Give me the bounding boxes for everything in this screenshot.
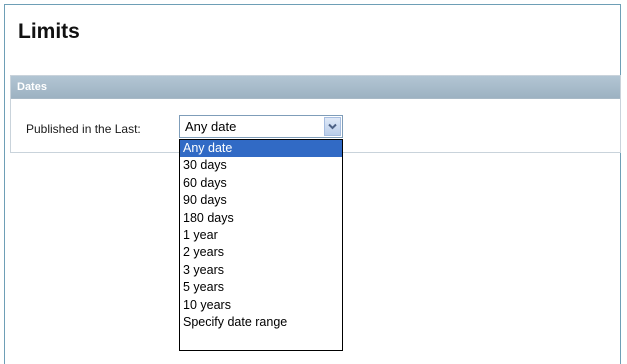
dropdown-option[interactable]: Specify date range [180, 314, 342, 331]
date-options-list: Any date 30 days 60 days 90 days 180 days 1 y… [179, 139, 343, 351]
dropdown-option[interactable]: 180 days [180, 210, 342, 227]
dropdown-option[interactable]: 3 years [180, 262, 342, 279]
published-in-the-last-label: Published in the Last: [26, 122, 141, 136]
dropdown-option[interactable]: 30 days [180, 157, 342, 174]
dropdown-option[interactable]: Any date [180, 140, 342, 158]
dropdown-option[interactable]: 60 days [180, 175, 342, 192]
dropdown-option[interactable]: 1 year [180, 227, 342, 244]
chevron-down-icon[interactable] [324, 117, 341, 136]
section-header-dates: Dates [11, 76, 620, 99]
page-title: Limits [18, 20, 80, 43]
dropdown-option[interactable]: 10 years [180, 297, 342, 314]
dropdown-option[interactable]: 90 days [180, 192, 342, 209]
dropdown-option[interactable]: 2 years [180, 244, 342, 261]
dropdown-option[interactable]: 5 years [180, 279, 342, 296]
published-date-select[interactable]: Any date [179, 115, 343, 138]
select-current-value: Any date [185, 119, 237, 134]
